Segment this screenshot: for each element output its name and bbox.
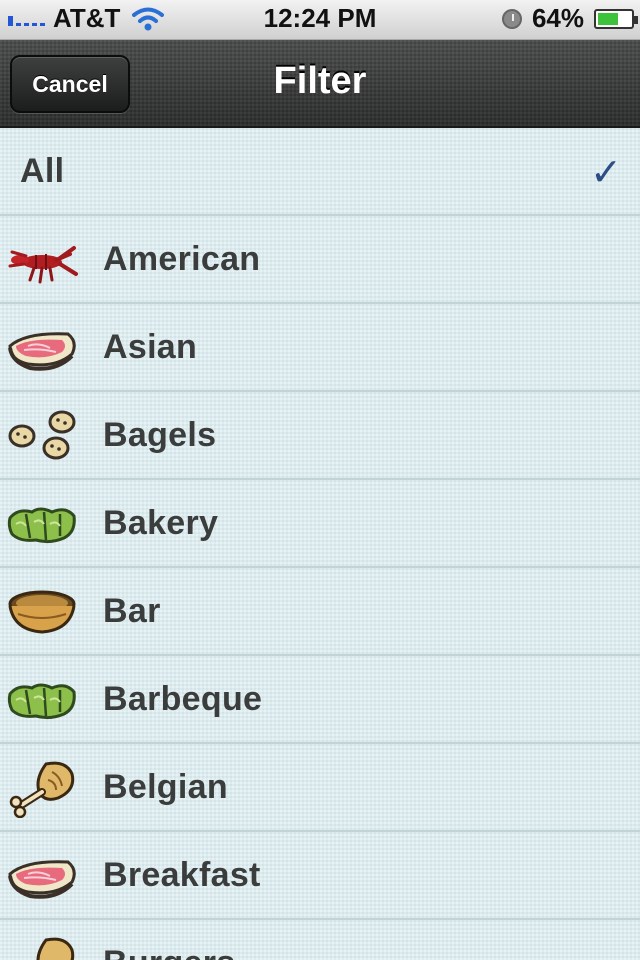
bowl-icon [8, 590, 76, 634]
list-item-belgian[interactable]: Belgian [0, 744, 640, 832]
battery-icon [594, 8, 638, 29]
bagels-icon [8, 410, 76, 460]
list-item-asian[interactable]: Asian [0, 304, 640, 392]
checkmark-icon: ✓ [590, 152, 622, 194]
list-item-label: Asian [103, 327, 198, 366]
filter-list: All ✓ American Asian Bagels Bakery Bar B… [0, 128, 640, 960]
list-item-breakfast[interactable]: Breakfast [0, 832, 640, 920]
page-title: Filter [273, 60, 367, 102]
steak-icon [8, 860, 76, 899]
filter-screen: AT&T 12:24 PM 64% Cancel Filter All ✓ Am… [0, 0, 640, 960]
list-item-american[interactable]: American [0, 216, 640, 304]
list-item-label: Bagels [103, 415, 217, 454]
list-item-bagels[interactable]: Bagels [0, 392, 640, 480]
battery-percent: 64% [531, 3, 584, 33]
list-item-label: Bar [103, 591, 161, 630]
list-item-label: Burgers [103, 944, 235, 960]
status-bar: AT&T 12:24 PM 64% [0, 0, 640, 40]
status-right: 64% [501, 3, 638, 34]
list-item-burgers[interactable]: Burgers [0, 920, 640, 960]
list-item-label: Belgian [103, 767, 228, 806]
drumstick-icon [36, 937, 75, 960]
list-item-bar[interactable]: Bar [0, 568, 640, 656]
list-item-label: Barbeque [103, 679, 263, 718]
list-item-barbeque[interactable]: Barbeque [0, 656, 640, 744]
lettuce-wrap-icon [7, 683, 76, 720]
battery-fill [598, 12, 619, 25]
drumstick-icon [9, 761, 75, 818]
list-item-bakery[interactable]: Bakery [0, 480, 640, 568]
list-item-label: American [103, 239, 261, 278]
lobster-icon [8, 246, 78, 284]
navigation-bar: Cancel Filter [0, 40, 640, 128]
list-item-label: All [20, 151, 65, 190]
alarm-clock-icon [501, 8, 522, 29]
list-item-label: Breakfast [103, 855, 261, 894]
steak-icon [8, 332, 76, 371]
list-item-label: Bakery [103, 503, 219, 542]
lettuce-wrap-icon [7, 507, 76, 544]
list-item-all[interactable]: All ✓ [0, 128, 640, 216]
